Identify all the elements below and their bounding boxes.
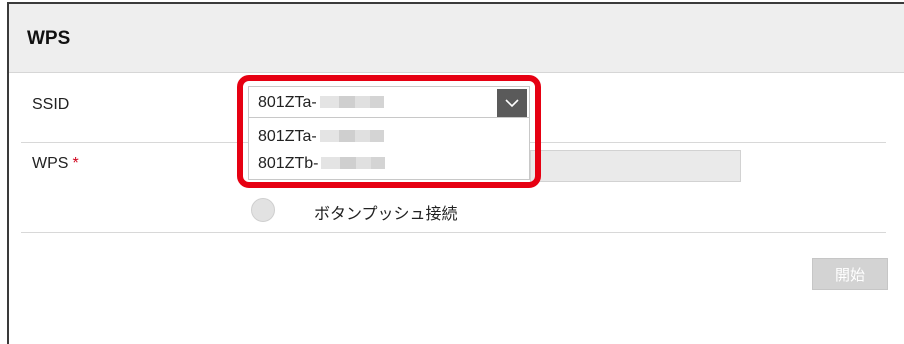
ssid-label: SSID: [32, 96, 70, 113]
ssid-selected-text: 801ZTa-: [258, 94, 317, 111]
masked-text: [319, 129, 384, 142]
wps-label-text: WPS: [32, 155, 69, 172]
required-mark: *: [72, 155, 79, 172]
ssid-dropdown-list: 801ZTa- 801ZTb-: [248, 118, 530, 180]
ssid-option-text: 801ZTa-: [258, 128, 317, 145]
wps-pin-input[interactable]: [530, 150, 741, 182]
panel-title: WPS: [27, 28, 71, 49]
chevron-down-icon[interactable]: [497, 89, 527, 117]
start-button[interactable]: 開始: [812, 258, 888, 290]
ssid-option[interactable]: 801ZTa-: [258, 128, 384, 146]
ssid-option[interactable]: 801ZTb-: [258, 155, 386, 173]
masked-text: [319, 95, 384, 108]
push-button-radio-label: ボタンプッシュ接続: [314, 206, 458, 223]
push-button-radio[interactable]: [251, 198, 275, 222]
panel-header: WPS: [9, 4, 904, 73]
ssid-option-text: 801ZTb-: [258, 155, 319, 172]
ssid-selected-value: 801ZTa-: [258, 94, 384, 112]
ssid-select[interactable]: 801ZTa-: [248, 86, 530, 118]
masked-text: [321, 156, 386, 169]
wps-label: WPS *: [32, 155, 79, 173]
divider-wps: [21, 232, 886, 233]
